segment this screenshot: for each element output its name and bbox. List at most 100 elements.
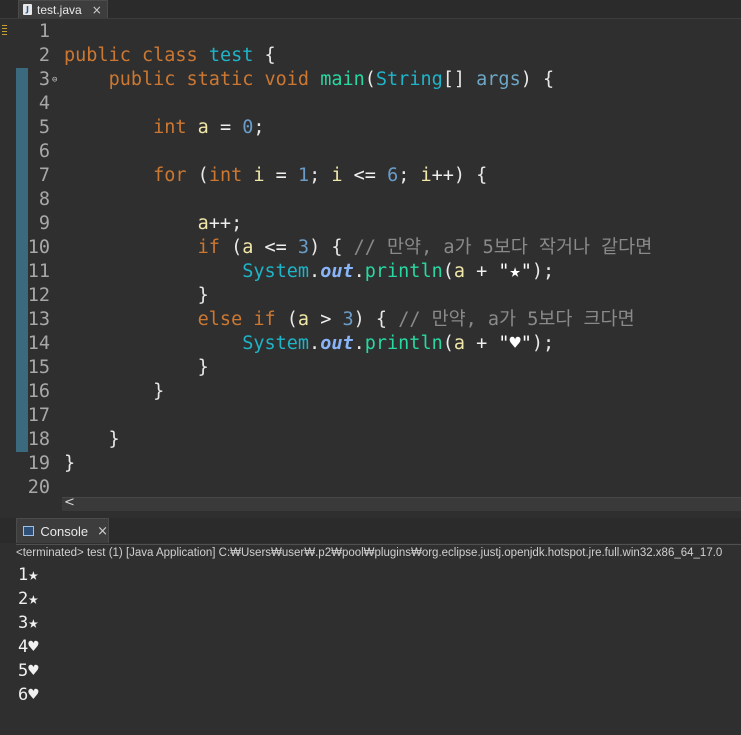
code-token: public: [108, 69, 176, 90]
line-number: 20: [27, 477, 50, 498]
code-token: main: [320, 69, 365, 90]
code-token: }: [64, 357, 209, 378]
editor-tab-label: test.java: [37, 2, 82, 17]
code-token: );: [531, 261, 555, 282]
code-token: ) {: [353, 309, 399, 330]
code-line[interactable]: 14 System.out.println(a + "♥");: [16, 332, 741, 356]
code-token: .: [309, 261, 321, 282]
code-token: i: [420, 165, 432, 186]
code-token: +: [465, 261, 499, 282]
line-number: 19: [27, 453, 50, 474]
code-token: int: [153, 117, 187, 138]
code-line[interactable]: 4: [16, 92, 741, 116]
console-output-line: 6♥: [18, 685, 39, 705]
editor-tab-test-java[interactable]: J test.java ×: [18, 0, 108, 18]
code-token: }: [64, 381, 165, 402]
code-line[interactable]: 18 }: [16, 428, 741, 452]
code-token: .: [353, 333, 365, 354]
code-line[interactable]: 10 if (a <= 3) { // 만약, a가 5보다 작거나 같다면: [16, 236, 741, 260]
code-token: 3: [342, 309, 354, 330]
close-icon[interactable]: ×: [92, 3, 102, 17]
line-number: 7: [38, 165, 50, 186]
code-token: test: [208, 45, 254, 66]
console-output-line: 3★: [18, 613, 39, 633]
code-token: a: [242, 237, 254, 258]
code-token: if: [197, 237, 220, 258]
code-line[interactable]: 12 }: [16, 284, 741, 308]
code-token: <=: [342, 165, 388, 186]
code-token: );: [531, 333, 555, 354]
console-output[interactable]: 1★ 2★ 3★ 4♥ 5♥ 6♥: [16, 562, 741, 735]
scroll-left-icon[interactable]: <: [64, 495, 75, 510]
line-number: 5: [38, 117, 50, 138]
code-token: ) {: [520, 69, 555, 90]
console-tab-bar: Console ×: [0, 518, 741, 543]
code-editor[interactable]: 1 2 public class test {3 ⊖ public static vo…: [16, 19, 741, 498]
code-text: int a = 0;: [64, 116, 265, 140]
code-token: println: [364, 261, 443, 282]
code-line[interactable]: 17: [16, 404, 741, 428]
code-token: "♥": [498, 333, 532, 354]
line-number: 10: [27, 237, 50, 258]
code-token: System: [242, 333, 310, 354]
code-text: a++;: [64, 212, 243, 236]
code-line[interactable]: 2 public class test {: [16, 44, 741, 68]
tab-console[interactable]: Console ×: [16, 518, 109, 543]
code-token: (: [275, 309, 298, 330]
fold-toggle-icon[interactable]: ⊖: [52, 68, 57, 92]
code-line[interactable]: 7 for (int i = 1; i <= 6; i++) {: [16, 164, 741, 188]
code-line[interactable]: 9 a++;: [16, 212, 741, 236]
code-line[interactable]: 13 else if (a > 3) { // 만약, a가 5보다 크다면: [16, 308, 741, 332]
code-token: (: [219, 237, 243, 258]
code-token: a: [453, 261, 465, 282]
code-text: }: [64, 284, 209, 308]
console-output-line: 2★: [18, 589, 39, 609]
code-token: public: [64, 45, 131, 66]
code-text: if (a <= 3) { // 만약, a가 5보다 작거나 같다면: [64, 236, 653, 260]
code-token: +: [465, 333, 499, 354]
code-line[interactable]: 6: [16, 140, 741, 164]
code-token: "★": [498, 261, 532, 282]
code-line[interactable]: 5 int a = 0;: [16, 116, 741, 140]
code-line[interactable]: 16 }: [16, 380, 741, 404]
code-token: i: [331, 165, 343, 186]
code-token: ;: [398, 165, 421, 186]
code-token: out: [320, 261, 354, 282]
code-token: ;: [253, 117, 265, 138]
code-token: println: [364, 333, 443, 354]
code-token: class: [141, 45, 198, 66]
code-token: }: [64, 429, 120, 450]
console-status-line: <terminated> test (1) [Java Application]…: [16, 544, 741, 561]
line-number: 18: [27, 429, 50, 450]
code-token: ++: [431, 165, 454, 186]
console-output-line: 1★: [18, 565, 39, 585]
code-token: (: [364, 69, 376, 90]
code-line[interactable]: 1: [16, 20, 741, 44]
editor-tab-bar: J test.java ×: [0, 0, 741, 19]
line-number: 8: [38, 189, 50, 210]
code-token: a: [453, 333, 465, 354]
code-line[interactable]: 11 System.out.println(a + "★");: [16, 260, 741, 284]
close-icon[interactable]: ×: [97, 524, 108, 539]
code-token: .: [353, 261, 365, 282]
code-line[interactable]: 15 }: [16, 356, 741, 380]
code-token: else: [197, 309, 243, 330]
horizontal-scrollbar[interactable]: <: [62, 495, 741, 511]
code-token: []: [442, 69, 477, 90]
code-line[interactable]: 8: [16, 188, 741, 212]
code-text: }: [64, 380, 164, 404]
code-token: // 만약, a가 5보다 크다면: [398, 309, 635, 330]
code-line[interactable]: 3 ⊖ public static void main(String[] args…: [16, 68, 741, 92]
line-number: 6: [38, 141, 50, 162]
code-line[interactable]: 19}: [16, 452, 741, 476]
code-token: out: [320, 333, 354, 354]
line-number: 16: [27, 381, 50, 402]
code-token: .: [309, 333, 321, 354]
code-token: =: [208, 117, 243, 138]
